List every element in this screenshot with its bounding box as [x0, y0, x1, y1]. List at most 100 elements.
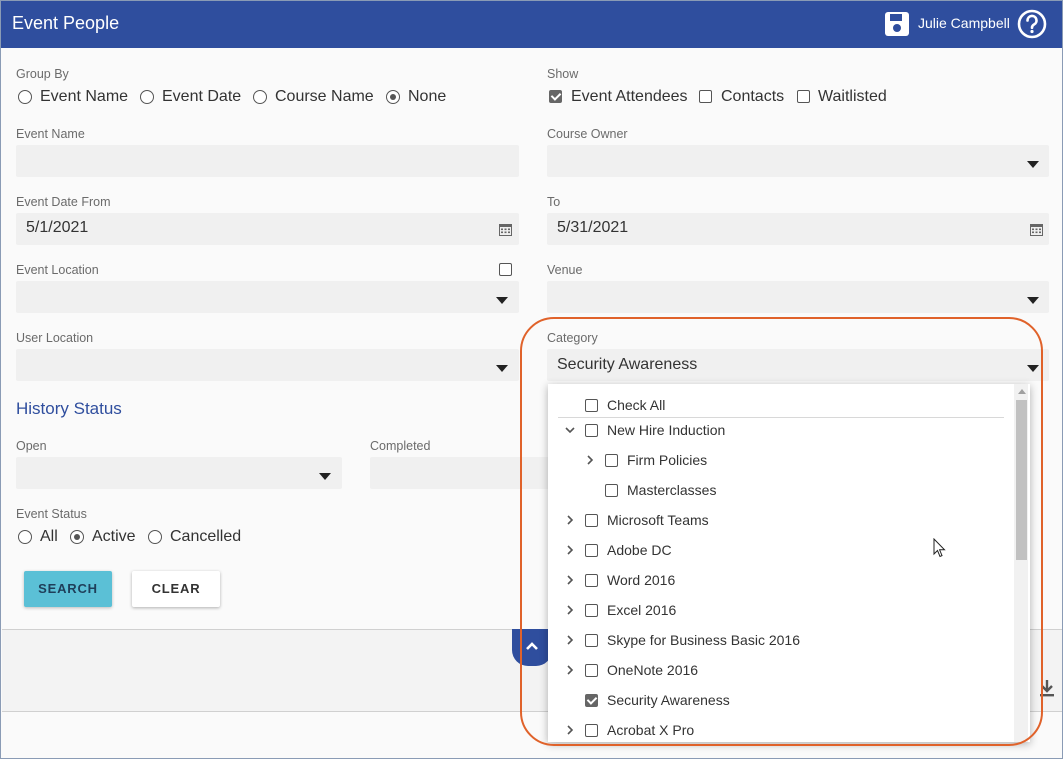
chevron-down-icon: [496, 297, 508, 304]
group-by-course-name-radio[interactable]: [253, 90, 267, 104]
group-by-option-label: None: [408, 88, 447, 105]
help-icon[interactable]: [1017, 9, 1047, 39]
list-item[interactable]: Microsoft Teams: [548, 508, 1014, 532]
chevron-down-icon: [1027, 297, 1039, 304]
chevron-right-icon[interactable]: [564, 724, 576, 736]
group-by-option-label: Event Date: [162, 88, 242, 105]
open-label: Open: [16, 439, 47, 453]
list-item[interactable]: Word 2016: [548, 568, 1014, 592]
chevron-down-icon: [1027, 161, 1039, 168]
chevron-right-icon[interactable]: [584, 454, 596, 466]
event-date-from-label: Event Date From: [16, 195, 111, 209]
event-location-select[interactable]: [16, 281, 519, 313]
event-date-to-label: To: [547, 195, 561, 209]
user-name[interactable]: Julie Campbell: [918, 15, 1010, 31]
chevron-down-icon: [319, 473, 331, 480]
course-owner-label: Course Owner: [547, 127, 628, 141]
event-status-all-radio[interactable]: [18, 530, 32, 544]
event-location-label: Event Location: [16, 263, 99, 277]
venue-label: Venue: [547, 263, 583, 277]
chevron-down-icon: [496, 365, 508, 372]
list-item-label: New Hire Induction: [607, 422, 726, 438]
list-item[interactable]: Acrobat X Pro: [548, 718, 1014, 742]
group-by-option-label: Event Name: [40, 88, 129, 105]
category-label: Category: [547, 331, 598, 345]
app-header: Event People Julie Campbell: [1, 1, 1062, 48]
group-by-event-date-radio[interactable]: [140, 90, 154, 104]
list-item-label: Acrobat X Pro: [607, 722, 695, 738]
download-icon[interactable]: [1039, 679, 1055, 697]
list-item[interactable]: Excel 2016: [548, 598, 1014, 622]
chevron-right-icon[interactable]: [564, 634, 576, 646]
list-item[interactable]: New Hire Induction: [548, 418, 1014, 442]
event-location-checkbox[interactable]: [499, 263, 512, 276]
list-item-label: Firm Policies: [627, 452, 708, 468]
show-waitlisted-checkbox[interactable]: [797, 90, 810, 103]
user-location-select[interactable]: [16, 349, 519, 381]
calendar-icon[interactable]: [499, 223, 512, 236]
save-icon[interactable]: [884, 11, 910, 37]
chevron-right-icon[interactable]: [564, 574, 576, 586]
scroll-up-arrow-icon[interactable]: [1018, 389, 1026, 394]
event-name-label: Event Name: [16, 127, 85, 141]
venue-select[interactable]: [547, 281, 1049, 313]
list-item[interactable]: Security Awareness: [548, 688, 1014, 712]
list-item[interactable]: Firm Policies: [548, 448, 1014, 472]
open-select[interactable]: [16, 457, 342, 489]
event-status-active-radio[interactable]: [70, 530, 84, 544]
chevron-up-icon: [526, 642, 538, 650]
event-date-from-value: 5/1/2021: [26, 219, 89, 236]
category-checkbox[interactable]: [585, 574, 598, 587]
page-title: Event People: [12, 13, 120, 33]
show-event-attendees-checkbox[interactable]: [549, 90, 562, 103]
group-by-option-label: Course Name: [275, 88, 374, 105]
category-checkbox[interactable]: [605, 484, 618, 497]
scrollbar-thumb[interactable]: [1016, 400, 1027, 560]
category-checkbox[interactable]: [585, 604, 598, 617]
chevron-down-icon[interactable]: [564, 424, 576, 436]
list-item-check-all[interactable]: Check All: [548, 393, 1014, 417]
category-checkbox[interactable]: [585, 634, 598, 647]
event-date-from-input[interactable]: 5/1/2021: [16, 213, 519, 245]
category-select[interactable]: Security Awareness: [547, 349, 1049, 381]
category-checkbox[interactable]: [585, 694, 598, 707]
list-item[interactable]: OneNote 2016: [548, 658, 1014, 682]
category-checkbox[interactable]: [585, 664, 598, 677]
completed-label: Completed: [370, 439, 431, 453]
chevron-right-icon[interactable]: [564, 664, 576, 676]
chevron-right-icon[interactable]: [564, 604, 576, 616]
category-value: Security Awareness: [557, 356, 698, 373]
show-option-label: Waitlisted: [818, 88, 887, 105]
list-item[interactable]: Masterclasses: [548, 478, 1014, 502]
list-item[interactable]: Skype for Business Basic 2016: [548, 628, 1014, 652]
list-item-label: Masterclasses: [627, 482, 717, 498]
collapse-filters-button[interactable]: [512, 629, 552, 666]
list-item-label: Skype for Business Basic 2016: [607, 632, 800, 648]
mouse-cursor-icon: [933, 538, 946, 558]
event-status-cancelled-radio[interactable]: [148, 530, 162, 544]
category-checkbox[interactable]: [585, 544, 598, 557]
category-dropdown-list[interactable]: Check All New Hire Induction Firm Polici…: [548, 384, 1030, 742]
search-button[interactable]: SEARCH: [24, 571, 112, 607]
event-name-input[interactable]: [16, 145, 519, 177]
clear-button[interactable]: CLEAR: [132, 571, 220, 607]
category-checkbox[interactable]: [585, 424, 598, 437]
list-item-label: Adobe DC: [607, 542, 672, 558]
chevron-right-icon[interactable]: [564, 514, 576, 526]
event-status-option-label: Cancelled: [170, 528, 242, 545]
group-by-none-radio[interactable]: [386, 90, 400, 104]
event-status-label: Event Status: [16, 507, 87, 521]
course-owner-select[interactable]: [547, 145, 1049, 177]
category-checkbox[interactable]: [585, 724, 598, 737]
chevron-right-icon[interactable]: [564, 544, 576, 556]
event-date-to-input[interactable]: 5/31/2021: [547, 213, 1049, 245]
show-contacts-checkbox[interactable]: [699, 90, 712, 103]
check-all-checkbox[interactable]: [585, 399, 598, 412]
category-checkbox[interactable]: [605, 454, 618, 467]
completed-select[interactable]: [370, 457, 550, 489]
category-checkbox[interactable]: [585, 514, 598, 527]
list-item-label: Check All: [607, 397, 666, 413]
list-item-label: Excel 2016: [607, 602, 677, 618]
group-by-event-name-radio[interactable]: [18, 90, 32, 104]
calendar-icon[interactable]: [1030, 223, 1043, 236]
